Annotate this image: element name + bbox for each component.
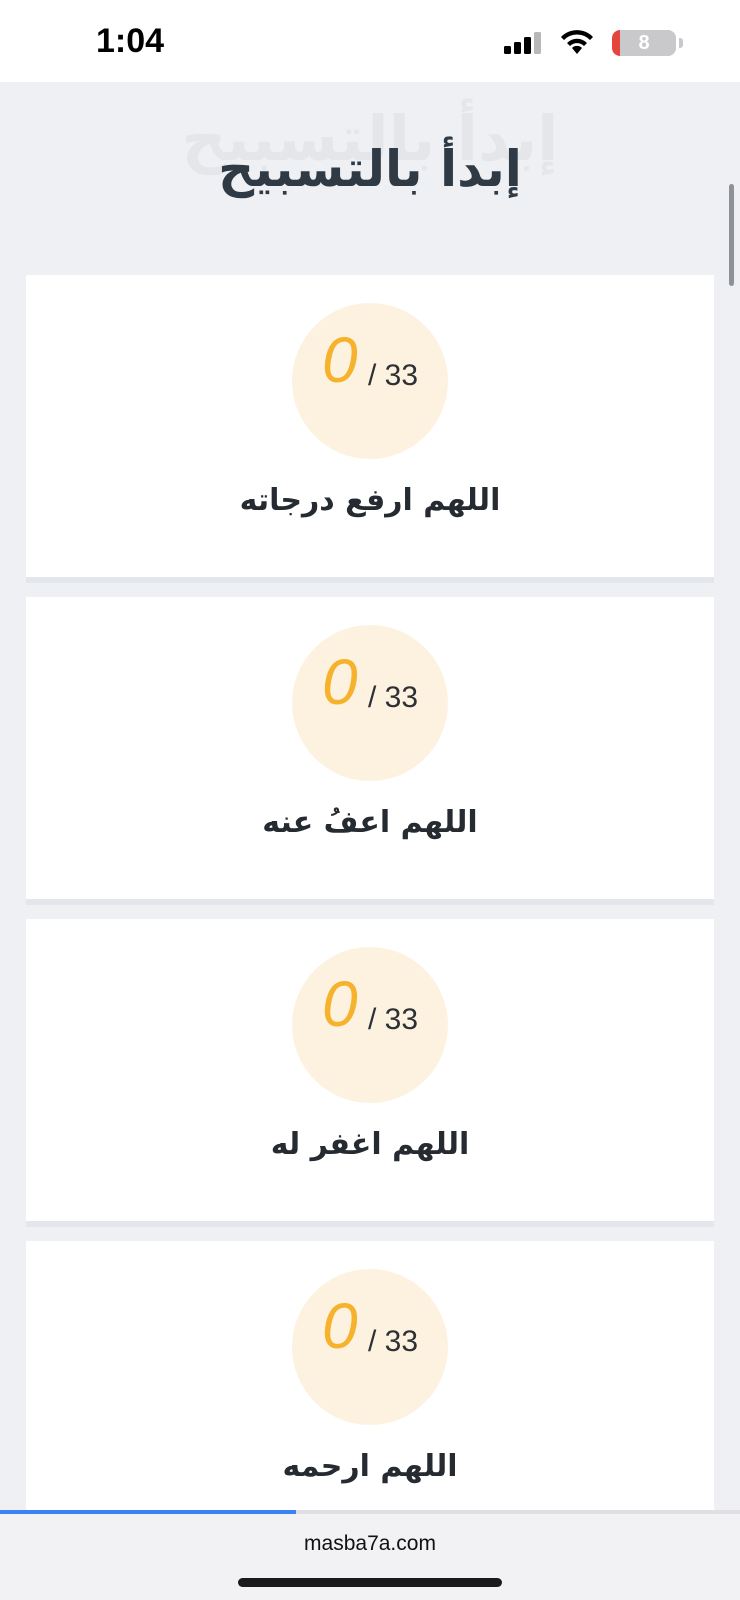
signal-icon bbox=[504, 32, 541, 54]
page-content[interactable]: إبدأ بالتسبيح إبدأ بالتسبيح 0 / 33 اللهم… bbox=[0, 82, 740, 1510]
dhikr-label: اللهم اعفُ عنه bbox=[262, 805, 478, 840]
dhikr-card[interactable]: 0 / 33 اللهم اغفر له bbox=[26, 919, 714, 1227]
home-indicator[interactable] bbox=[238, 1578, 502, 1587]
battery-level: 8 bbox=[638, 32, 650, 54]
page-load-progress-fill bbox=[0, 1510, 296, 1514]
dhikr-list: 0 / 33 اللهم ارفع درجاته 0 / 33 اللهم اع… bbox=[26, 275, 714, 1510]
page-load-progress bbox=[0, 1510, 740, 1514]
scrollbar[interactable] bbox=[729, 184, 734, 286]
count-target: / 33 bbox=[368, 1325, 419, 1358]
dhikr-label: اللهم ارحمه bbox=[282, 1449, 458, 1484]
counter-circle[interactable]: 0 / 33 bbox=[292, 947, 448, 1103]
clock: 1:04 bbox=[96, 22, 165, 60]
wifi-icon bbox=[561, 30, 593, 54]
count-value: 0 bbox=[322, 646, 358, 718]
browser-bottom-bar: masba7a.com bbox=[0, 1510, 740, 1600]
dhikr-label: اللهم اغفر له bbox=[270, 1127, 470, 1162]
counter-circle[interactable]: 0 / 33 bbox=[292, 303, 448, 459]
count-value: 0 bbox=[322, 968, 358, 1040]
dhikr-card[interactable]: 0 / 33 اللهم ارحمه bbox=[26, 1241, 714, 1510]
status-bar: 1:04 8 bbox=[0, 0, 740, 82]
header: إبدأ بالتسبيح إبدأ بالتسبيح bbox=[0, 82, 740, 252]
counter-circle[interactable]: 0 / 33 bbox=[292, 625, 448, 781]
counter-circle[interactable]: 0 / 33 bbox=[292, 1269, 448, 1425]
dhikr-label: اللهم ارفع درجاته bbox=[239, 483, 501, 518]
count-target: / 33 bbox=[368, 359, 419, 392]
url-address[interactable]: masba7a.com bbox=[0, 1532, 740, 1556]
count-target: / 33 bbox=[368, 681, 419, 714]
dhikr-card[interactable]: 0 / 33 اللهم ارفع درجاته bbox=[26, 275, 714, 583]
count-value: 0 bbox=[322, 324, 358, 396]
page-title: إبدأ بالتسبيح bbox=[218, 140, 522, 198]
status-icons: 8 bbox=[486, 28, 686, 58]
count-value: 0 bbox=[322, 1290, 358, 1362]
battery-icon: 8 bbox=[612, 30, 686, 56]
dhikr-card[interactable]: 0 / 33 اللهم اعفُ عنه bbox=[26, 597, 714, 905]
count-target: / 33 bbox=[368, 1003, 419, 1036]
